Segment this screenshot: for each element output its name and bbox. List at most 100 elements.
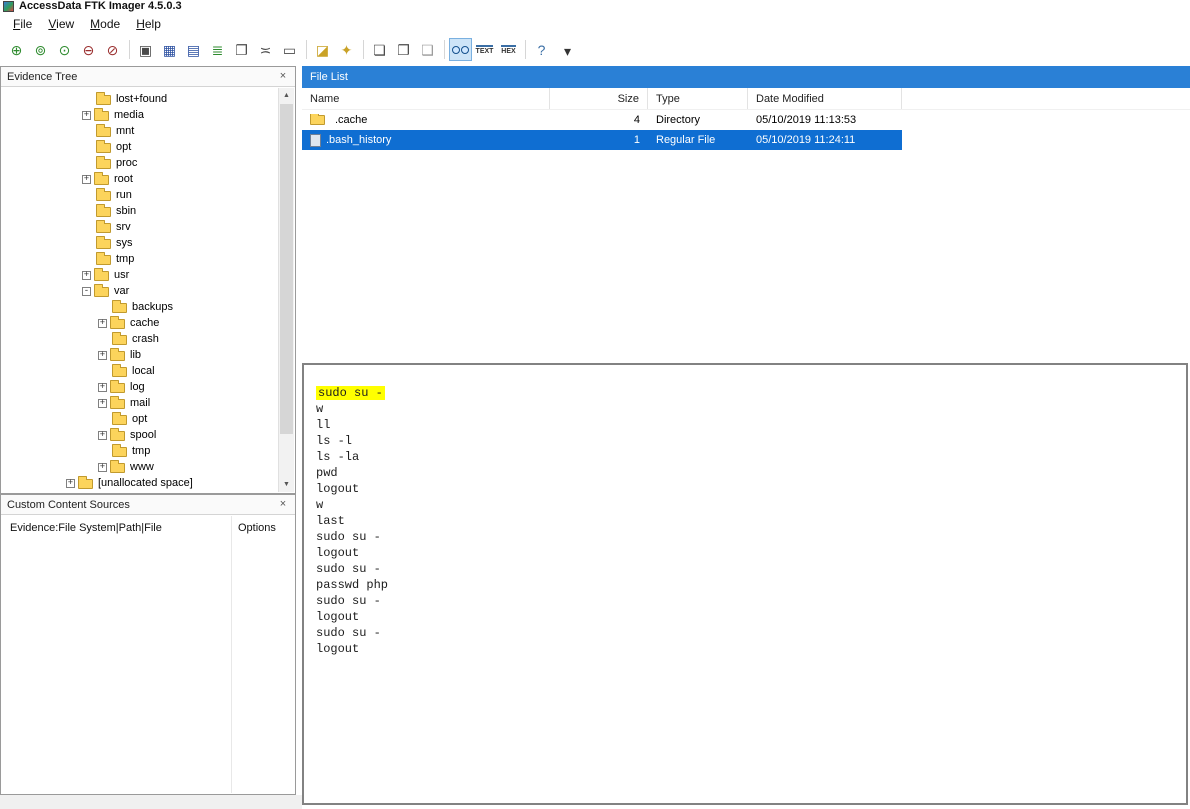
tree-item-proc[interactable]: proc bbox=[2, 155, 278, 171]
tree-item-opt[interactable]: opt bbox=[2, 411, 278, 427]
menu-view[interactable]: View bbox=[40, 14, 82, 34]
custom-content-title: Custom Content Sources bbox=[7, 499, 130, 511]
capture-memory-icon: ▭ bbox=[283, 43, 296, 57]
tree-item-label: log bbox=[130, 381, 145, 393]
export-files[interactable]: ▤ bbox=[182, 38, 205, 61]
tree-item-var[interactable]: -var bbox=[2, 283, 278, 299]
collapse-icon[interactable]: - bbox=[82, 287, 91, 296]
export-disk-image[interactable]: ▦ bbox=[158, 38, 181, 61]
tree-item-www[interactable]: +www bbox=[2, 459, 278, 475]
file-row-bash_history[interactable]: .bash_history1Regular File05/10/2019 11:… bbox=[302, 130, 902, 150]
expand-icon[interactable]: + bbox=[98, 351, 107, 360]
column-header-date-modified[interactable]: Date Modified bbox=[748, 88, 902, 109]
expand-icon[interactable]: + bbox=[82, 111, 91, 120]
expand-icon[interactable]: + bbox=[98, 399, 107, 408]
tree-item-tmp[interactable]: tmp bbox=[2, 251, 278, 267]
obtain-protected-files[interactable]: ◪ bbox=[311, 38, 334, 61]
toolbar-separator bbox=[444, 40, 445, 59]
expand-icon[interactable]: + bbox=[98, 463, 107, 472]
file-row-cache[interactable]: .cache4Directory05/10/2019 11:13:53 bbox=[302, 110, 902, 130]
verify-drive-image[interactable]: ≍ bbox=[254, 38, 277, 61]
column-header-size[interactable]: Size bbox=[550, 88, 648, 109]
folder-icon bbox=[110, 351, 125, 361]
tree-item-mnt[interactable]: mnt bbox=[2, 123, 278, 139]
hex-interpreter-pane-toggle[interactable]: ❐ bbox=[392, 38, 415, 61]
tree-item-local[interactable]: local bbox=[2, 363, 278, 379]
tree-item-crash[interactable]: crash bbox=[2, 331, 278, 347]
tree-item-backups[interactable]: backups bbox=[2, 299, 278, 315]
scroll-down-icon[interactable]: ▼ bbox=[279, 477, 294, 492]
terminal-line: sudo su - bbox=[316, 561, 1186, 577]
close-icon[interactable]: × bbox=[276, 498, 290, 512]
scrollbar-thumb[interactable] bbox=[280, 104, 293, 434]
tree-item-lib[interactable]: +lib bbox=[2, 347, 278, 363]
add-to-custom-content-image[interactable]: ❐ bbox=[230, 38, 253, 61]
tree-item-media[interactable]: +media bbox=[2, 107, 278, 123]
toolbar: ⊕⊚⊙⊖⊘▣▦▤≣❐≍▭◪✦❏❐❑TEXTHEX?▾ bbox=[0, 35, 1190, 64]
options-column-header[interactable]: Options bbox=[238, 522, 276, 534]
tree-item-usr[interactable]: +usr bbox=[2, 267, 278, 283]
tree-item-tmp[interactable]: tmp bbox=[2, 443, 278, 459]
export-file-hash-list[interactable]: ≣ bbox=[206, 38, 229, 61]
column-header-type[interactable]: Type bbox=[648, 88, 748, 109]
remove-evidence-item[interactable]: ⊖ bbox=[77, 38, 100, 61]
tree-item-root[interactable]: +root bbox=[2, 171, 278, 187]
tree-item-mail[interactable]: +mail bbox=[2, 395, 278, 411]
tree-item-spool[interactable]: + spool bbox=[2, 427, 278, 443]
content-viewer[interactable]: sudo su -wllls -lls -lapwdlogoutwlastsud… bbox=[302, 363, 1188, 805]
column-header-name[interactable]: Name bbox=[302, 88, 550, 109]
help[interactable]: ? bbox=[530, 38, 553, 61]
view-text[interactable]: TEXT bbox=[473, 38, 496, 61]
detect-efs-encryption[interactable]: ✦ bbox=[335, 38, 358, 61]
terminal-text: ls -l bbox=[316, 434, 352, 448]
expand-icon[interactable]: + bbox=[98, 319, 107, 328]
custom-content-column-header[interactable]: Evidence:File System|Path|File bbox=[10, 522, 162, 534]
capture-memory[interactable]: ▭ bbox=[278, 38, 301, 61]
close-icon[interactable]: × bbox=[276, 70, 290, 84]
add-all-attached-devices[interactable]: ⊚ bbox=[29, 38, 52, 61]
tree-item--unallocated-space-[interactable]: +[unallocated space] bbox=[2, 475, 278, 491]
toolbar-options-dropdown[interactable]: ▾ bbox=[556, 41, 579, 64]
properties-pane-toggle[interactable]: ❏ bbox=[368, 38, 391, 61]
tree-item-label: opt bbox=[116, 141, 131, 153]
custom-content-pane-toggle[interactable]: ❑ bbox=[416, 38, 439, 61]
tree-item-label: spool bbox=[130, 429, 156, 441]
tree-item-cache[interactable]: +cache bbox=[2, 315, 278, 331]
expand-icon[interactable]: + bbox=[66, 479, 75, 488]
tree-item-opt[interactable]: opt bbox=[2, 139, 278, 155]
menu-help[interactable]: Help bbox=[128, 14, 169, 34]
terminal-text: ll bbox=[316, 418, 330, 432]
image-mounting[interactable]: ⊙ bbox=[53, 38, 76, 61]
tree-item-run[interactable]: run bbox=[2, 187, 278, 203]
menu-file[interactable]: File bbox=[5, 14, 40, 34]
remove-all-evidence-items[interactable]: ⊘ bbox=[101, 38, 124, 61]
open-folder-icon bbox=[94, 287, 109, 297]
expand-icon[interactable]: + bbox=[82, 175, 91, 184]
tree-item-label: backups bbox=[132, 301, 173, 313]
create-disk-image[interactable]: ▣ bbox=[134, 38, 157, 61]
menu-mode[interactable]: Mode bbox=[82, 14, 128, 34]
tree-item-sbin[interactable]: sbin bbox=[2, 203, 278, 219]
tree-item-srv[interactable]: srv bbox=[2, 219, 278, 235]
tree-item-log[interactable]: + log bbox=[2, 379, 278, 395]
tree-item-lost+found[interactable]: lost+found bbox=[2, 91, 278, 107]
file-name: .cache bbox=[335, 114, 367, 126]
expand-icon[interactable]: + bbox=[98, 383, 107, 392]
scroll-up-icon[interactable]: ▲ bbox=[279, 88, 294, 103]
view-hex[interactable]: HEX bbox=[497, 38, 520, 61]
tree-item-label: sys bbox=[116, 237, 133, 249]
bottom-strip bbox=[0, 795, 302, 809]
tree-scrollbar[interactable]: ▲ ▼ bbox=[278, 88, 294, 492]
terminal-text: sudo su - bbox=[316, 626, 381, 640]
tree-item-sys[interactable]: sys bbox=[2, 235, 278, 251]
expand-icon[interactable]: + bbox=[82, 271, 91, 280]
hex-interpreter-pane-toggle-icon: ❐ bbox=[397, 43, 410, 57]
evidence-tree-title: Evidence Tree bbox=[7, 71, 77, 83]
toolbar-options-dropdown-icon: ▾ bbox=[564, 44, 571, 58]
expand-icon[interactable]: + bbox=[98, 431, 107, 440]
add-evidence-item[interactable]: ⊕ bbox=[5, 38, 28, 61]
view-automatic[interactable] bbox=[449, 38, 472, 61]
folder-icon bbox=[96, 223, 111, 233]
export-disk-image-icon: ▦ bbox=[163, 43, 176, 57]
image-mounting-icon: ⊙ bbox=[59, 43, 71, 57]
